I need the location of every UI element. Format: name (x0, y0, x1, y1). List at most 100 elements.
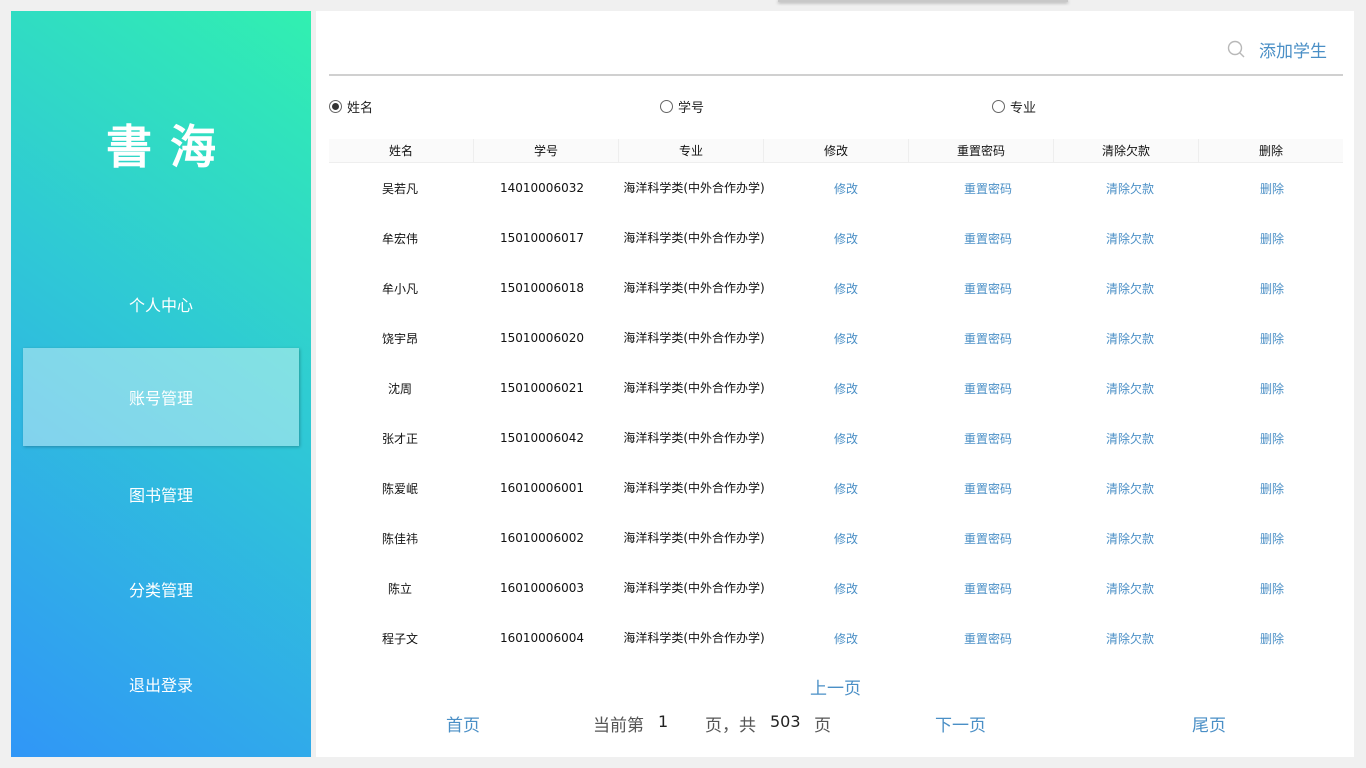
table-row: 张才正 15010006042 海洋科学类(中外合作办学) 修改 重置密码 清除欠款 删除 (329, 413, 1343, 463)
table-row: 牟小凡 15010006018 海洋科学类(中外合作办学) 修改 重置密码 清除欠款 删除 (329, 263, 1343, 313)
edit-link[interactable]: 修改 (775, 213, 917, 263)
delete-link[interactable]: 删除 (1201, 413, 1343, 463)
reset-password-link[interactable]: 重置密码 (917, 413, 1059, 463)
cell-major: 海洋科学类(中外合作办学) (623, 530, 765, 545)
reset-password-link[interactable]: 重置密码 (917, 513, 1059, 563)
filter-radio-student-id[interactable]: 学号 (660, 97, 704, 116)
cell-student-id: 16010006001 (500, 481, 584, 495)
reset-password-link[interactable]: 重置密码 (917, 213, 1059, 263)
student-table: 姓名 学号 专业 修改 重置密码 清除欠款 删除 吴若凡 14010006032 海… (329, 139, 1343, 663)
total-pages-number: 503 (770, 712, 801, 731)
edit-link[interactable]: 修改 (775, 563, 917, 613)
edit-link[interactable]: 修改 (775, 363, 917, 413)
clear-debt-link[interactable]: 清除欠款 (1059, 513, 1201, 563)
reset-password-link[interactable]: 重置密码 (917, 363, 1059, 413)
cell-student-id: 15010006018 (500, 281, 584, 295)
clear-debt-link[interactable]: 清除欠款 (1059, 213, 1201, 263)
cell-student-id: 15010006042 (500, 431, 584, 445)
clear-debt-link[interactable]: 清除欠款 (1059, 363, 1201, 413)
cell-student-id: 15010006017 (500, 231, 584, 245)
delete-link[interactable]: 删除 (1201, 213, 1343, 263)
clear-debt-link[interactable]: 清除欠款 (1059, 613, 1201, 663)
sidebar-item-label: 个人中心 (128, 296, 193, 315)
edit-link[interactable]: 修改 (775, 613, 917, 663)
last-page-link[interactable]: 尾页 (1192, 711, 1226, 736)
filter-label: 姓名 (347, 101, 374, 116)
clear-debt-link[interactable]: 清除欠款 (1059, 563, 1201, 613)
reset-password-link[interactable]: 重置密码 (917, 313, 1059, 363)
cell-major: 海洋科学类(中外合作办学) (623, 430, 765, 445)
clear-debt-link[interactable]: 清除欠款 (1059, 413, 1201, 463)
clear-debt-link[interactable]: 清除欠款 (1059, 163, 1201, 213)
prev-page-link[interactable]: 上一页 (810, 674, 861, 699)
next-page-link[interactable]: 下一页 (935, 711, 986, 736)
column-header-clear-debt: 清除欠款 (1054, 139, 1199, 162)
cell-name: 陈立 (387, 581, 412, 596)
radio-checked-icon (329, 100, 342, 113)
cell-name: 陈爱岷 (381, 481, 418, 496)
cell-name: 牟宏伟 (381, 231, 418, 246)
clear-debt-link[interactable]: 清除欠款 (1059, 263, 1201, 313)
toolbar: 添加学生 (329, 11, 1343, 76)
reset-password-link[interactable]: 重置密码 (917, 563, 1059, 613)
cell-student-id: 16010006003 (500, 581, 584, 595)
delete-link[interactable]: 删除 (1201, 613, 1343, 663)
radio-unchecked-icon (660, 100, 673, 113)
cell-student-id: 14010006032 (500, 181, 584, 195)
delete-link[interactable]: 删除 (1201, 313, 1343, 363)
sidebar-item-book-management[interactable]: 图书管理 (11, 445, 311, 543)
filter-radio-major[interactable]: 专业 (992, 97, 1036, 116)
column-header-major: 专业 (619, 139, 764, 162)
table-row: 饶宇昂 15010006020 海洋科学类(中外合作办学) 修改 重置密码 清除欠款 删除 (329, 313, 1343, 363)
column-header-edit: 修改 (764, 139, 909, 162)
clear-debt-link[interactable]: 清除欠款 (1059, 313, 1201, 363)
add-student-button[interactable]: 添加学生 (1259, 37, 1327, 62)
reset-password-link[interactable]: 重置密码 (917, 613, 1059, 663)
cell-student-id: 15010006021 (500, 381, 584, 395)
total-pages-suffix: 页 (814, 716, 831, 736)
current-page-number: 1 (658, 712, 669, 731)
table-body: 吴若凡 14010006032 海洋科学类(中外合作办学) 修改 重置密码 清除欠款 删除牟… (329, 163, 1343, 663)
table-row: 牟宏伟 15010006017 海洋科学类(中外合作办学) 修改 重置密码 清除欠款 删除 (329, 213, 1343, 263)
current-page-prefix: 当前第 (593, 716, 644, 736)
edit-link[interactable]: 修改 (775, 513, 917, 563)
cell-name: 张才正 (381, 431, 418, 446)
table-row: 陈佳祎 16010006002 海洋科学类(中外合作办学) 修改 重置密码 清除欠款 删除 (329, 513, 1343, 563)
sidebar-item-personal-center[interactable]: 个人中心 (11, 255, 311, 353)
table-row: 陈立 16010006003 海洋科学类(中外合作办学) 修改 重置密码 清除欠款 删除 (329, 563, 1343, 613)
app-logo: 書海 (106, 120, 234, 174)
edit-link[interactable]: 修改 (775, 463, 917, 513)
delete-link[interactable]: 删除 (1201, 163, 1343, 213)
cell-major: 海洋科学类(中外合作办学) (623, 480, 765, 495)
pagination: 首页 当前第 1 页，共 503 页 下一页 尾页 (316, 711, 1354, 736)
delete-link[interactable]: 删除 (1201, 463, 1343, 513)
reset-password-link[interactable]: 重置密码 (917, 163, 1059, 213)
cell-major: 海洋科学类(中外合作办学) (623, 580, 765, 595)
table-header: 姓名 学号 专业 修改 重置密码 清除欠款 删除 (329, 139, 1343, 163)
edit-link[interactable]: 修改 (775, 313, 917, 363)
edit-link[interactable]: 修改 (775, 413, 917, 463)
edit-link[interactable]: 修改 (775, 263, 917, 313)
cell-name: 程子文 (381, 631, 418, 646)
sidebar-item-account-management[interactable]: 账号管理 (23, 348, 299, 446)
search-icon[interactable] (1227, 40, 1245, 58)
table-row: 沈周 15010006021 海洋科学类(中外合作办学) 修改 重置密码 清除欠款 删除 (329, 363, 1343, 413)
reset-password-link[interactable]: 重置密码 (917, 263, 1059, 313)
cell-name: 陈佳祎 (381, 531, 418, 546)
reset-password-link[interactable]: 重置密码 (917, 463, 1059, 513)
filter-radio-name[interactable]: 姓名 (329, 97, 373, 116)
delete-link[interactable]: 删除 (1201, 363, 1343, 413)
sidebar-item-label: 账号管理 (128, 389, 193, 408)
clear-debt-link[interactable]: 清除欠款 (1059, 463, 1201, 513)
sidebar-item-category-management[interactable]: 分类管理 (11, 540, 311, 638)
sidebar-item-logout[interactable]: 退出登录 (11, 635, 311, 733)
cell-major: 海洋科学类(中外合作办学) (623, 380, 765, 395)
first-page-link[interactable]: 首页 (446, 711, 480, 736)
filter-label: 学号 (678, 101, 705, 116)
delete-link[interactable]: 删除 (1201, 263, 1343, 313)
cell-name: 吴若凡 (381, 181, 418, 196)
delete-link[interactable]: 删除 (1201, 513, 1343, 563)
delete-link[interactable]: 删除 (1201, 563, 1343, 613)
edit-link[interactable]: 修改 (775, 163, 917, 213)
table-row: 程子文 16010006004 海洋科学类(中外合作办学) 修改 重置密码 清除欠款 删除 (329, 613, 1343, 663)
